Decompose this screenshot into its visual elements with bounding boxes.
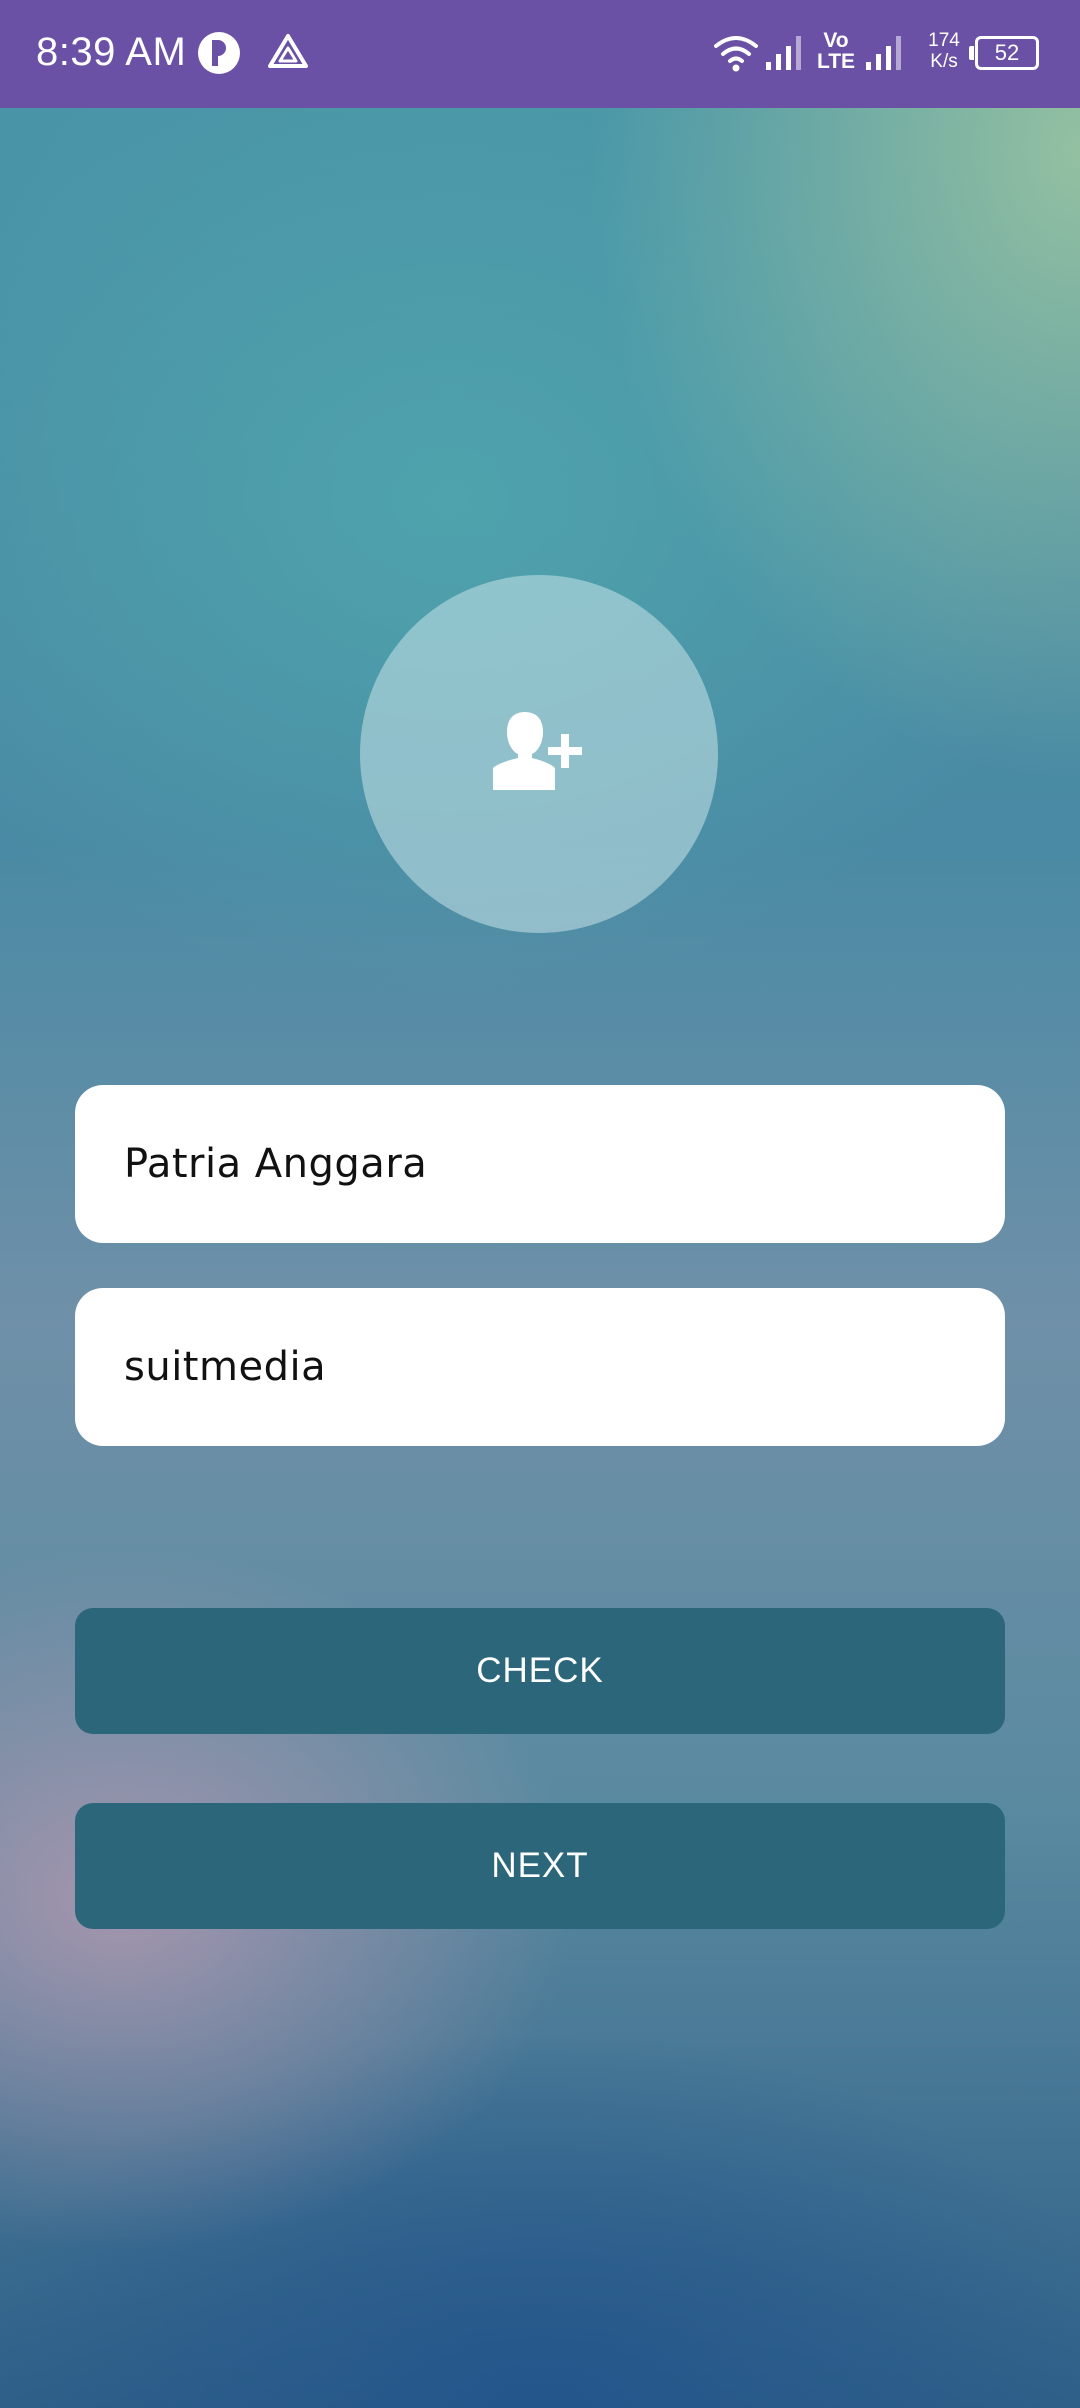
battery-tip xyxy=(969,46,974,60)
add-user-icon xyxy=(491,708,587,801)
signal-icon-1 xyxy=(764,30,806,79)
network-speed-value: 174 xyxy=(928,30,960,51)
battery-indicator: 52 xyxy=(975,36,1039,70)
app-notification-icon xyxy=(196,30,242,81)
wifi-icon xyxy=(712,30,760,79)
next-button[interactable]: NEXT xyxy=(75,1803,1005,1929)
check-button[interactable]: CHECK xyxy=(75,1608,1005,1734)
signal-icon-2 xyxy=(864,30,906,79)
volte-indicator: Vo LTE xyxy=(814,30,858,72)
drive-icon xyxy=(266,30,310,79)
profile-photo-button[interactable] xyxy=(360,575,718,933)
volte-top: Vo xyxy=(823,29,849,52)
name-input-value: Patria Anggara xyxy=(124,1141,428,1187)
palindrome-input[interactable]: suitmedia xyxy=(75,1288,1005,1446)
status-bar: 8:39 AM Vo LTE 174 K/s 52 xyxy=(0,0,1080,108)
volte-bottom: LTE xyxy=(816,50,856,73)
network-speed: 174 K/s xyxy=(926,30,962,72)
palindrome-input-value: suitmedia xyxy=(124,1344,327,1390)
name-input[interactable]: Patria Anggara xyxy=(75,1085,1005,1243)
status-time: 8:39 AM xyxy=(36,30,187,74)
network-speed-unit: K/s xyxy=(930,51,958,72)
